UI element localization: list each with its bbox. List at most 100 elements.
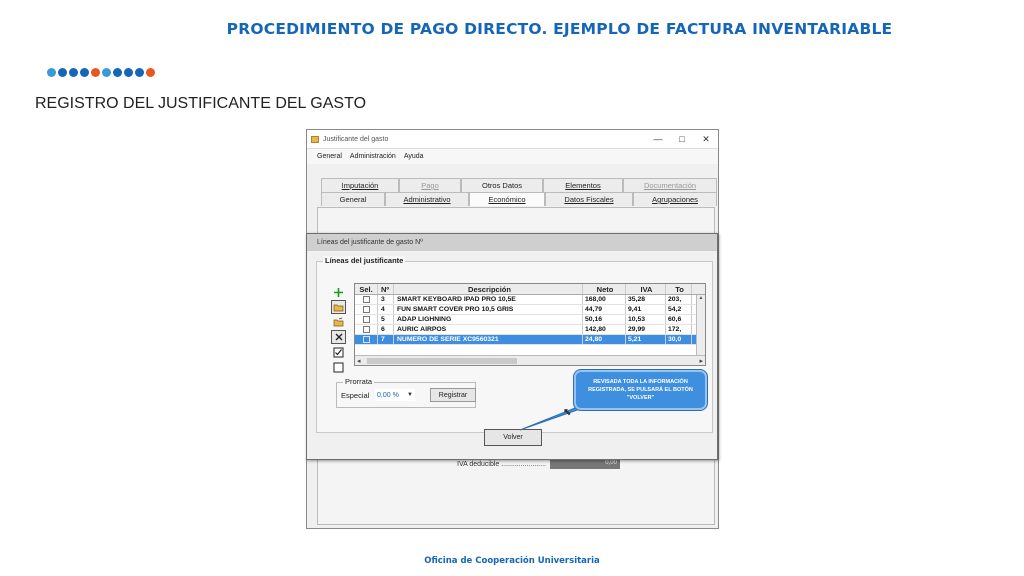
row-neto: 24,80 [583,335,626,344]
row-numero: 6 [378,325,394,334]
scroll-left-icon[interactable]: ◂ [357,357,361,365]
row-neto: 142,80 [583,325,626,334]
tab-documentacion[interactable]: Documentación [623,178,717,192]
iva-deducible-label: IVA deducible ....................... [457,461,546,468]
dot [58,68,67,77]
dot [135,68,144,77]
maximize-icon[interactable]: □ [670,134,694,145]
tab-elementos[interactable]: Elementos [543,178,623,192]
menu-ayuda[interactable]: Ayuda [404,153,424,160]
menu-general[interactable]: General [317,153,342,160]
app-icon [311,135,319,143]
select-checkbox[interactable] [362,326,370,333]
table-row[interactable]: 4 FUN SMART COVER PRO 10,5 GRIS 44,79 9,41 5… [355,305,705,315]
especial-value: 0,00 % [377,391,399,399]
line-toolbar [331,285,346,374]
col-total[interactable]: To [666,284,692,294]
tab-administrativo[interactable]: Administrativo [385,192,469,206]
col-iva[interactable]: IVA [626,284,666,294]
table-row[interactable]: 6 AURIC AIRPOS 142,80 29,99 172, [355,325,705,335]
tab-general[interactable]: General [321,192,385,206]
table-horizontal-scrollbar[interactable]: ◂ ▸ [355,355,705,365]
dot [124,68,133,77]
window-titlebar: Justificante del gasto — □ ✕ [307,130,718,149]
window-title: Justificante del gasto [323,135,389,143]
chevron-down-icon[interactable]: ▼ [407,392,413,398]
col-descripcion[interactable]: Descripción [394,284,583,294]
row-numero: 4 [378,305,394,314]
lineas-table: Sel. Nº Descripción Neto IVA To 3 SMART K… [354,283,706,366]
minimize-icon[interactable]: — [646,134,670,145]
row-checkbox [355,335,378,344]
tab-pago[interactable]: Pago [399,178,461,192]
table-row[interactable]: 7 NUMERO DE SERIE XC9560321 24,80 5,21 30,0 [355,335,705,345]
col-numero[interactable]: Nº [378,284,394,294]
table-vertical-scrollbar[interactable]: ▲ [696,295,705,357]
slide-footer: Oficina de Cooperación Universitaria [424,556,600,566]
row-iva: 9,41 [626,305,666,314]
check-all-icon[interactable] [331,345,346,359]
row-numero: 5 [378,315,394,324]
edit-icon[interactable] [331,315,346,329]
delete-icon[interactable] [331,330,346,344]
tab-datos-fiscales[interactable]: Datos Fiscales [545,192,633,206]
col-neto[interactable]: Neto [583,284,626,294]
especial-label: Especial [341,391,370,400]
decorative-dots [47,68,155,77]
row-descripcion: NUMERO DE SERIE XC9560321 [394,335,583,344]
registrar-button[interactable]: Registrar [430,388,476,402]
scroll-right-icon[interactable]: ▸ [699,357,703,365]
row-neto: 44,79 [583,305,626,314]
menu-bar: General Administración Ayuda [307,149,718,164]
select-checkbox[interactable] [362,296,370,303]
row-total: 60,6 [666,315,692,324]
row-total: 172, [666,325,692,334]
mouse-cursor-icon: ⬉ [563,407,572,418]
slide-subtitle: REGISTRO DEL JUSTIFICANTE DEL GASTO [35,95,367,112]
row-iva: 10,53 [626,315,666,324]
row-checkbox [355,295,378,304]
row-checkbox [355,325,378,334]
row-descripcion: ADAP LIGHNING [394,315,583,324]
table-row[interactable]: 3 SMART KEYBOARD IPAD PRO 10,5E 168,00 35,2… [355,295,705,305]
tab-strip: Imputación Pago Otros Datos Elementos Do… [321,178,717,206]
especial-select[interactable]: 0,00 % ▼ [375,389,415,401]
col-sel[interactable]: Sel. [355,284,378,294]
tab-economico[interactable]: Económico [469,192,545,206]
menu-administracion[interactable]: Administración [350,153,396,160]
table-row[interactable]: 5 ADAP LIGHNING 50,16 10,53 60,6 [355,315,705,325]
prorrata-group: Prorrata Especial 0,00 % ▼ Registrar [336,377,476,408]
row-checkbox [355,305,378,314]
row-checkbox [355,315,378,324]
close-icon[interactable]: ✕ [694,134,718,145]
dot [146,68,155,77]
select-checkbox[interactable] [362,306,370,313]
row-iva: 5,21 [626,335,666,344]
row-descripcion: FUN SMART COVER PRO 10,5 GRIS [394,305,583,314]
dot [47,68,56,77]
open-icon[interactable] [331,300,346,314]
scroll-thumb[interactable] [366,357,517,364]
row-descripcion: AURIC AIRPOS [394,325,583,334]
row-iva: 29,99 [626,325,666,334]
dialog-title: Líneas del justificante de gasto Nº [307,234,717,251]
select-checkbox[interactable] [362,336,370,343]
tab-agrupaciones[interactable]: Agrupaciones [633,192,717,206]
row-iva: 35,28 [626,295,666,304]
select-checkbox[interactable] [362,316,370,323]
row-numero: 3 [378,295,394,304]
tab-otros-datos[interactable]: Otros Datos [461,178,543,192]
callout-box: REVISADA TODA LA INFORMACIÓN REGISTRADA,… [574,370,707,410]
dot [102,68,111,77]
dot [69,68,78,77]
lineas-dialog: Líneas del justificante de gasto Nº Líne… [306,233,718,460]
add-icon[interactable] [331,285,346,299]
table-header: Sel. Nº Descripción Neto IVA To [355,284,705,295]
uncheck-all-icon[interactable] [331,360,346,374]
row-total: 30,0 [666,335,692,344]
dot [91,68,100,77]
volver-button[interactable]: Volver [484,429,542,446]
tab-imputacion[interactable]: Imputación [321,178,399,192]
prorrata-label: Prorrata [343,377,375,386]
dot [113,68,122,77]
